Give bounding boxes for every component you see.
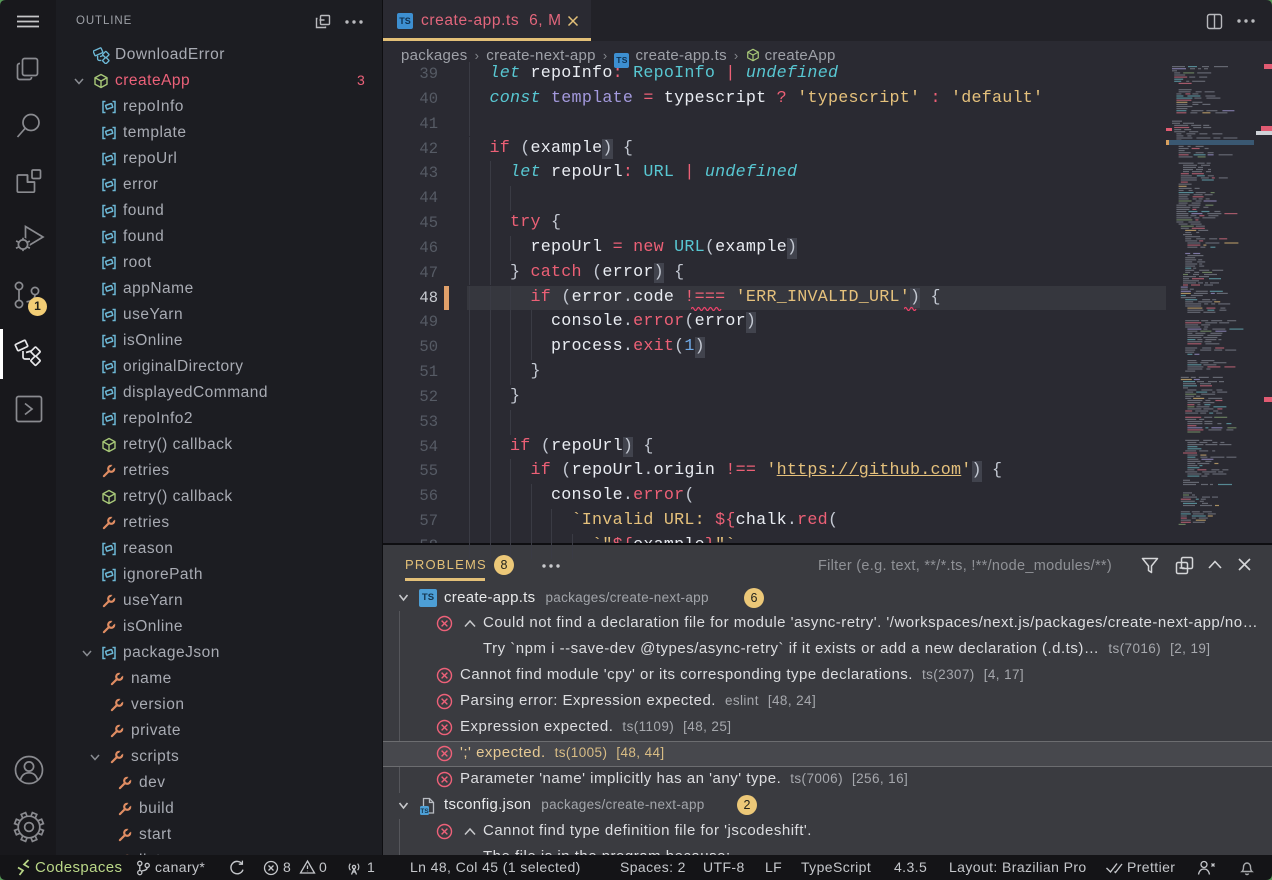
svg-text:TS: TS — [420, 808, 429, 815]
